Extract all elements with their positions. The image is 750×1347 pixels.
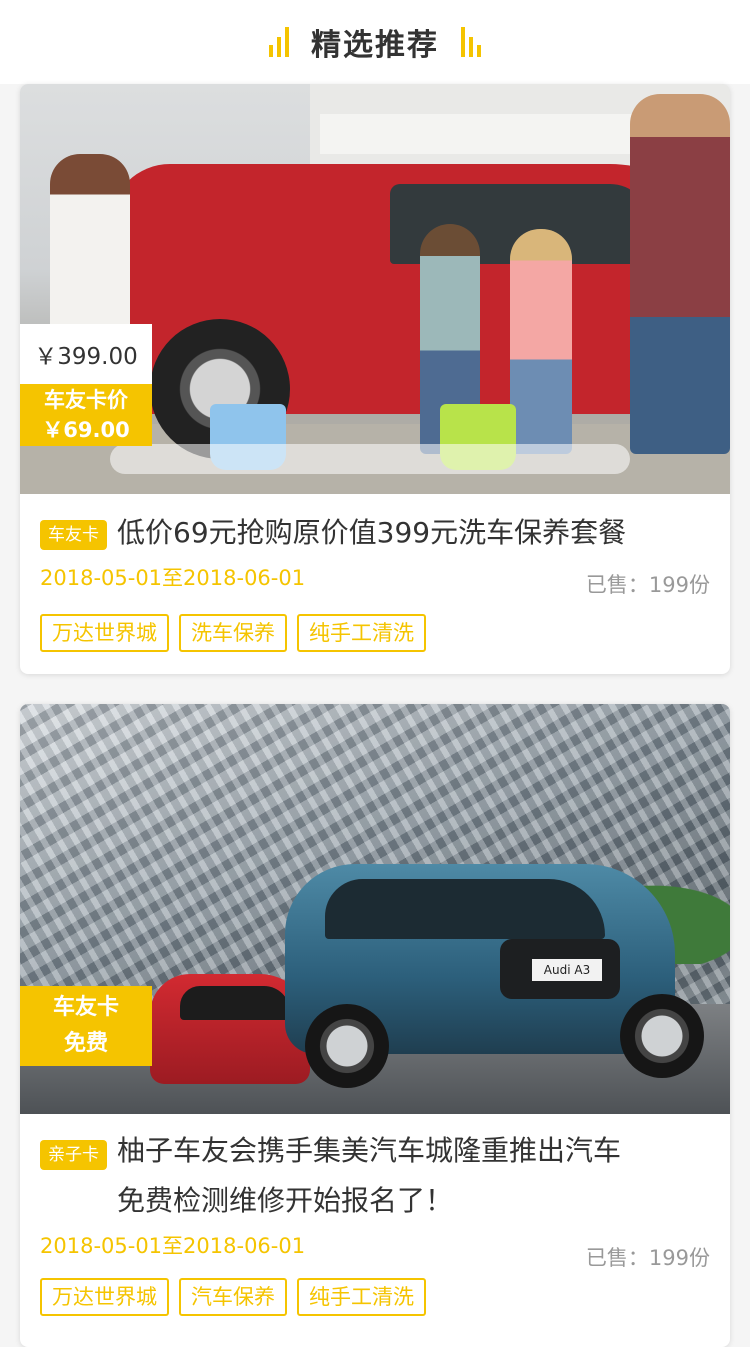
product-card-car-inspection[interactable]: Audi A3 车友卡 免费 亲子卡 柚子车友会携手集美汽车城隆重推出汽车 免费… — [20, 704, 730, 1347]
title-decoration-right — [461, 27, 481, 57]
member-price-box: 车友卡 免费 — [20, 986, 152, 1066]
car-city-photo: Audi A3 车友卡 免费 — [20, 704, 730, 1114]
card-title[interactable]: 柚子车友会携手集美汽车城隆重推出汽车 免费检测维修开始报名了！ — [117, 1126, 621, 1226]
section-title: 精选推荐 — [311, 28, 439, 63]
card-title[interactable]: 低价69元抢购原价值399元洗车保养套餐 — [117, 508, 626, 558]
card-title-line1: 柚子车友会携手集美汽车城隆重推出汽车 — [117, 1134, 622, 1167]
card-type-badge: 车友卡 — [40, 520, 107, 550]
title-decoration-left — [269, 27, 289, 57]
tag-location[interactable]: 万达世界城 — [40, 1278, 169, 1316]
original-price: ￥399.00 — [20, 324, 152, 384]
card-info: 车友卡 低价69元抢购原价值399元洗车保养套餐 2018-05-01至2018… — [20, 494, 730, 652]
card-type-badge: 亲子卡 — [40, 1140, 107, 1170]
section-header: 精选推荐 — [0, 0, 750, 84]
member-price: 免费 — [63, 1031, 108, 1056]
tag-service[interactable]: 洗车保养 — [179, 614, 287, 652]
tag-location[interactable]: 万达世界城 — [40, 614, 169, 652]
sold-count: 已售：199份 — [585, 573, 710, 597]
tag-service[interactable]: 汽车保养 — [179, 1278, 287, 1316]
product-card-car-wash[interactable]: ￥399.00 车友卡价 ￥69.00 车友卡 低价69元抢购原价值399元洗车… — [20, 84, 730, 674]
price-badge: ￥399.00 车友卡价 ￥69.00 — [20, 324, 152, 446]
card-title-line2: 免费检测维修开始报名了！ — [117, 1184, 454, 1217]
member-price-box: 车友卡价 ￥69.00 — [20, 384, 152, 446]
member-price-label: 车友卡 — [52, 995, 119, 1020]
card-info: 亲子卡 柚子车友会携手集美汽车城隆重推出汽车 免费检测维修开始报名了！ 2018… — [20, 1114, 730, 1316]
member-price: ￥69.00 — [42, 418, 130, 442]
tag-list: 万达世界城 洗车保养 纯手工清洗 — [40, 614, 710, 652]
car-plate: Audi A3 — [532, 959, 602, 981]
member-price-label: 车友卡价 — [44, 388, 128, 412]
tag-feature[interactable]: 纯手工清洗 — [297, 1278, 426, 1316]
tag-list: 万达世界城 汽车保养 纯手工清洗 — [40, 1278, 710, 1316]
car-wash-photo: ￥399.00 车友卡价 ￥69.00 — [20, 84, 730, 494]
tag-feature[interactable]: 纯手工清洗 — [297, 614, 426, 652]
sold-count: 已售：199份 — [585, 1246, 710, 1270]
